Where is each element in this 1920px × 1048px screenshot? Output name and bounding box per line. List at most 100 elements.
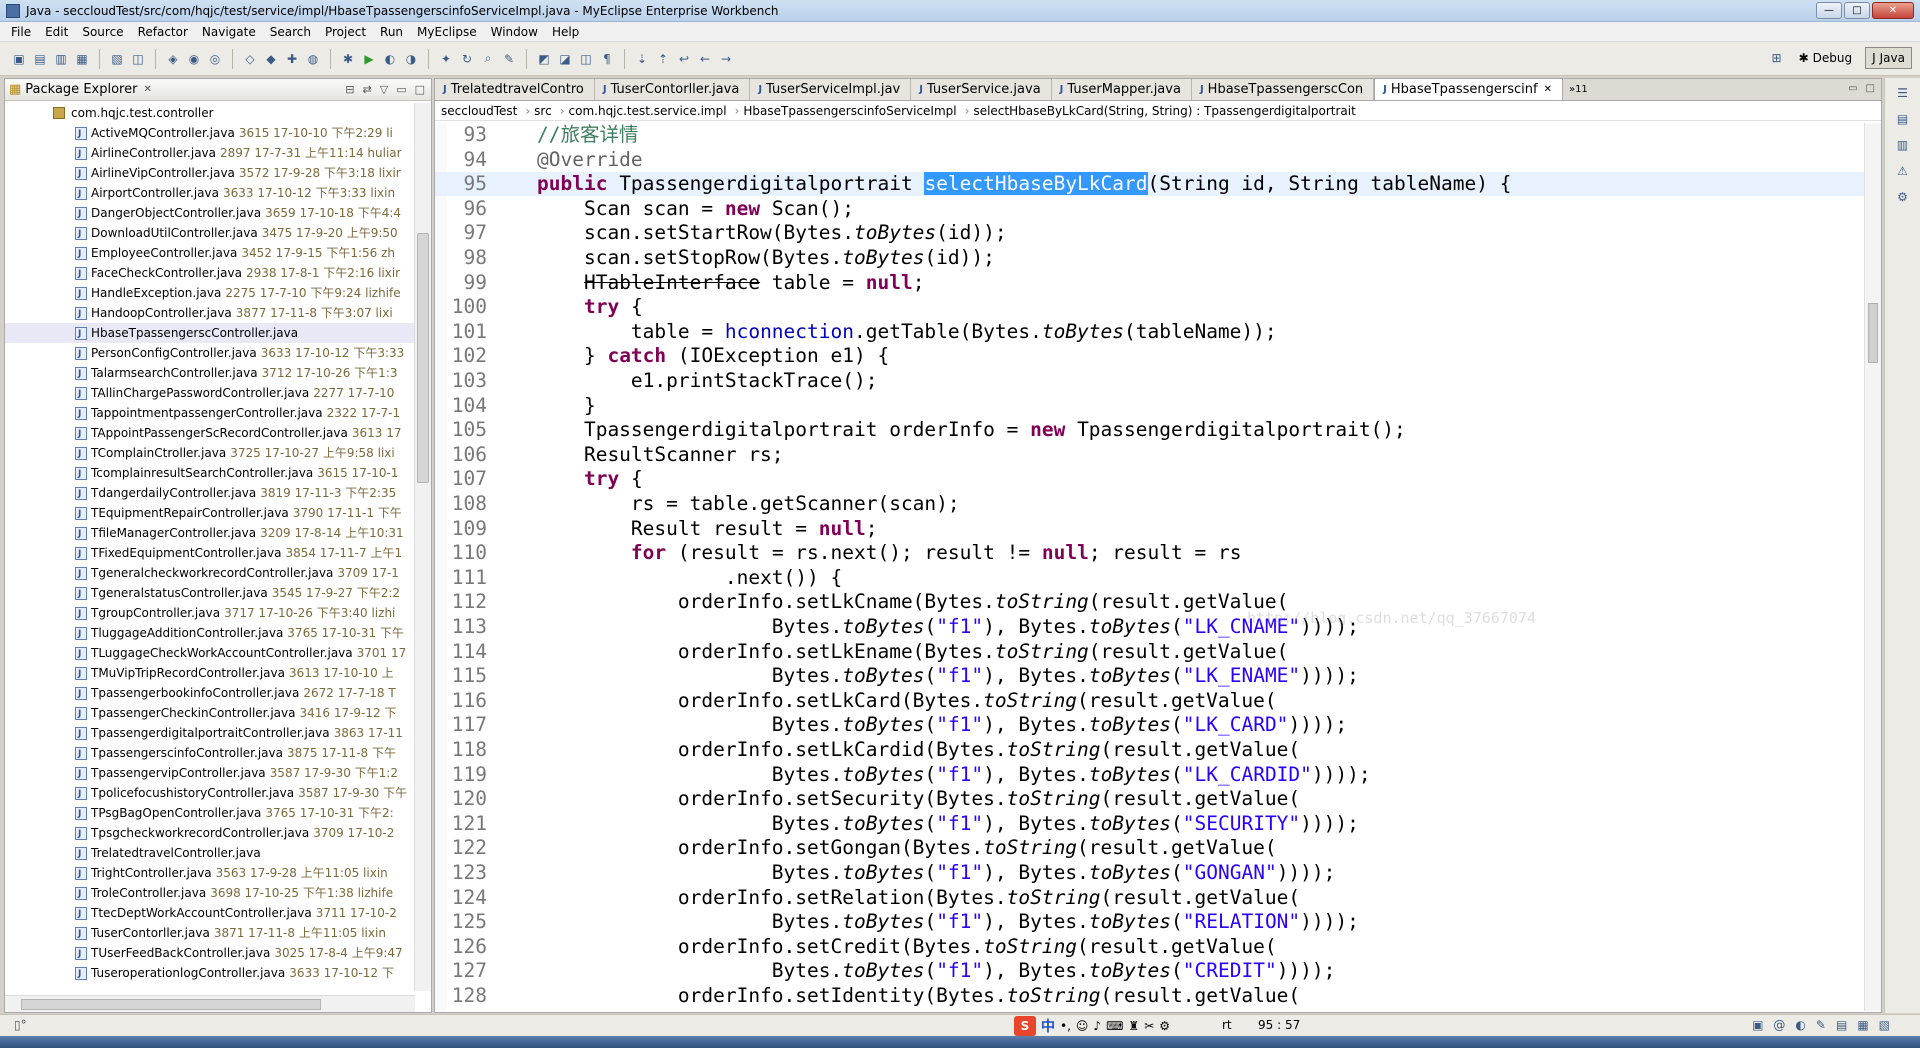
file-item[interactable]: TroleController.java3698 17-10-25 下午1:38… (5, 883, 415, 904)
code-line[interactable]: 118 orderInfo.setLkCardid(Bytes.toString… (435, 738, 1865, 762)
punctuation-icon[interactable]: •, (1060, 1019, 1071, 1033)
code-text-area[interactable]: 93 //旅客详情 94 @Override 95 public Tpassengerdi… (435, 123, 1865, 1011)
code-line[interactable]: 103 e1.printStackTrace(); (435, 369, 1865, 393)
file-item[interactable]: PersonConfigController.java3633 17-10-12… (5, 343, 415, 364)
code-line[interactable]: 94 @Override (435, 148, 1865, 172)
file-item[interactable]: TpassengerbookinfoController.java2672 17… (5, 683, 415, 704)
editor-tab[interactable]: J TuserMapper.java (1051, 79, 1192, 100)
file-item[interactable]: HbaseTpassengerscController.java (5, 323, 415, 344)
coverage-icon[interactable]: ◐ (381, 50, 399, 68)
file-item[interactable]: TpolicefocushistoryController.java3587 1… (5, 783, 415, 804)
servers-icon[interactable]: ⚙ (1894, 190, 1912, 208)
menu-source[interactable]: Source (75, 25, 130, 39)
file-item[interactable]: TdangerdailyController.java3819 17-11-3 … (5, 483, 415, 504)
minimize-editor-icon[interactable]: ▭ (1848, 83, 1857, 94)
next-annotation-icon[interactable]: ⇣ (633, 50, 651, 68)
file-item[interactable]: TpassengerscinfoController.java3875 17-1… (5, 743, 415, 764)
menu-navigate[interactable]: Navigate (195, 25, 263, 39)
file-item[interactable]: EmployeeController.java3452 17-9-15 下午1:… (5, 243, 415, 264)
file-item[interactable]: TluggageAdditionController.java3765 17-1… (5, 623, 415, 644)
code-line[interactable]: 116 orderInfo.setLkCard(Bytes.toString(r… (435, 689, 1865, 713)
file-item[interactable]: TfileManagerController.java3209 17-8-14 … (5, 523, 415, 544)
code-line[interactable]: 100 try { (435, 295, 1865, 319)
code-line[interactable]: 109 Result result = null; (435, 517, 1865, 541)
file-item[interactable]: TEquipmentRepairController.java3790 17-1… (5, 503, 415, 524)
tray-icon-7[interactable]: ▧ (1879, 1018, 1890, 1032)
back-icon[interactable]: ← (696, 50, 714, 68)
code-line[interactable]: 102 } catch (IOException e1) { (435, 344, 1865, 368)
show-whitespace-icon[interactable]: ¶ (598, 50, 616, 68)
code-line[interactable]: 114 orderInfo.setLkEname(Bytes.toString(… (435, 640, 1865, 664)
package-node[interactable]: com.hqjc.test.controller (5, 103, 415, 123)
file-item[interactable]: HandoopController.java3877 17-11-8 下午3:0… (5, 303, 415, 324)
breadcrumb-item[interactable]: seccloudTest (441, 104, 517, 118)
save-all-icon[interactable]: ▥ (52, 50, 70, 68)
file-item[interactable]: TpassengerCheckinController.java3416 17-… (5, 703, 415, 724)
editor-tab[interactable]: J HbaseTpassengerscinf ✕ (1374, 78, 1563, 100)
file-item[interactable]: TuserContorller.java3871 17-11-8 上午11:05… (5, 923, 415, 944)
tools-icon[interactable]: ✂ (1144, 1019, 1154, 1033)
file-item[interactable]: FaceCheckController.java2938 17-8-1 下午2:… (5, 263, 415, 284)
tray-icon-2[interactable]: @ (1773, 1018, 1785, 1032)
file-item[interactable]: TgroupController.java3717 17-10-26 下午3:4… (5, 603, 415, 624)
debug-icon[interactable]: ✱ (339, 50, 357, 68)
code-line[interactable]: 98 scan.setStopRow(Bytes.toBytes(id)); (435, 246, 1865, 270)
file-item[interactable]: TLuggageCheckWorkAccountController.java3… (5, 643, 415, 664)
file-item[interactable]: TpsgcheckworkrecordController.java3709 1… (5, 823, 415, 844)
editor-tab[interactable]: J TuserContorller.java (594, 79, 751, 100)
more-tabs-indicator[interactable]: »11 (1563, 79, 1594, 100)
refresh-icon[interactable]: ↻ (458, 50, 476, 68)
file-item[interactable]: TrelatedtravelController.java (5, 843, 415, 864)
file-item[interactable]: TpassengervipController.java3587 17-9-30… (5, 763, 415, 784)
code-line[interactable]: 96 Scan scan = new Scan(); (435, 197, 1865, 221)
save-icon[interactable]: ▤ (31, 50, 49, 68)
maximize-button[interactable]: □ (1844, 2, 1870, 19)
search-icon[interactable]: ⌕ (479, 50, 497, 68)
code-line[interactable]: 105 Tpassengerdigitalportrait orderInfo … (435, 418, 1865, 442)
ime-language-label[interactable]: 中 (1041, 1016, 1055, 1036)
code-line[interactable]: 107 try { (435, 467, 1865, 491)
code-line[interactable]: 99 HTableInterface table = null; (435, 271, 1865, 295)
file-item[interactable]: TMuVipTripRecordController.java3613 17-1… (5, 663, 415, 684)
breadcrumb-item[interactable]: src (534, 104, 552, 118)
menu-run[interactable]: Run (373, 25, 410, 39)
file-item[interactable]: TUserFeedBackController.java3025 17-8-4 … (5, 943, 415, 964)
close-icon[interactable]: ✕ (143, 84, 151, 95)
menu-edit[interactable]: Edit (38, 25, 75, 39)
task-list-icon[interactable]: ▤ (1894, 112, 1912, 130)
editor-tab[interactable]: J TuserServiceImpl.jav (750, 79, 912, 100)
forward-icon[interactable]: → (717, 50, 735, 68)
file-item[interactable]: TComplainCtroller.java3725 17-10-27 上午9:… (5, 443, 415, 464)
keyboard-icon[interactable]: ⌨ (1106, 1019, 1123, 1033)
editor-tab[interactable]: J HbaseTpassengerscCon (1191, 79, 1375, 100)
explorer-horizontal-scrollbar[interactable] (5, 995, 415, 1012)
collapse-all-icon[interactable]: ⊟ (345, 83, 354, 96)
outline-icon[interactable]: ☰ (1894, 86, 1912, 104)
file-item[interactable]: TuseroperationlogController.java3633 17-… (5, 963, 415, 984)
debug-perspective-button[interactable]: ✱ Debug (1792, 47, 1860, 69)
menu-file[interactable]: File (4, 25, 38, 39)
open-perspective-icon[interactable]: ✦ (437, 50, 455, 68)
code-line[interactable]: 93 //旅客详情 (435, 123, 1865, 147)
new-project-icon[interactable]: ▧ (108, 50, 126, 68)
run-icon[interactable]: ▶ (360, 50, 378, 68)
breadcrumb-item[interactable]: com.hqjc.test.service.impl (569, 104, 727, 118)
java-perspective-button[interactable]: J Java (1865, 47, 1912, 69)
open-type-icon[interactable]: ◇ (241, 50, 259, 68)
code-line[interactable]: 113 Bytes.toBytes("f1"), Bytes.toBytes("… (435, 615, 1865, 639)
file-item[interactable]: TtecDeptWorkAccountController.java3711 1… (5, 903, 415, 924)
code-line[interactable]: 97 scan.setStartRow(Bytes.toBytes(id)); (435, 221, 1865, 245)
code-line[interactable]: 125 Bytes.toBytes("f1"), Bytes.toBytes("… (435, 910, 1865, 934)
file-item[interactable]: TAllinChargePasswordController.java2277 … (5, 383, 415, 404)
minimize-button[interactable]: — (1816, 2, 1842, 19)
menu-help[interactable]: Help (545, 25, 586, 39)
deploy-icon[interactable]: ◈ (164, 50, 182, 68)
new-fast-view-icon[interactable]: ▯° (14, 1018, 27, 1032)
new-class-icon[interactable]: ✚ (283, 50, 301, 68)
open-resource-icon[interactable]: ◆ (262, 50, 280, 68)
minimize-view-icon[interactable]: ▭ (396, 83, 406, 96)
server-icon[interactable]: ◫ (129, 50, 147, 68)
file-item[interactable]: TgeneralstatusController.java3545 17-9-2… (5, 583, 415, 604)
menu-myeclipse[interactable]: MyEclipse (410, 25, 484, 39)
voice-icon[interactable]: ♪ (1093, 1019, 1101, 1033)
